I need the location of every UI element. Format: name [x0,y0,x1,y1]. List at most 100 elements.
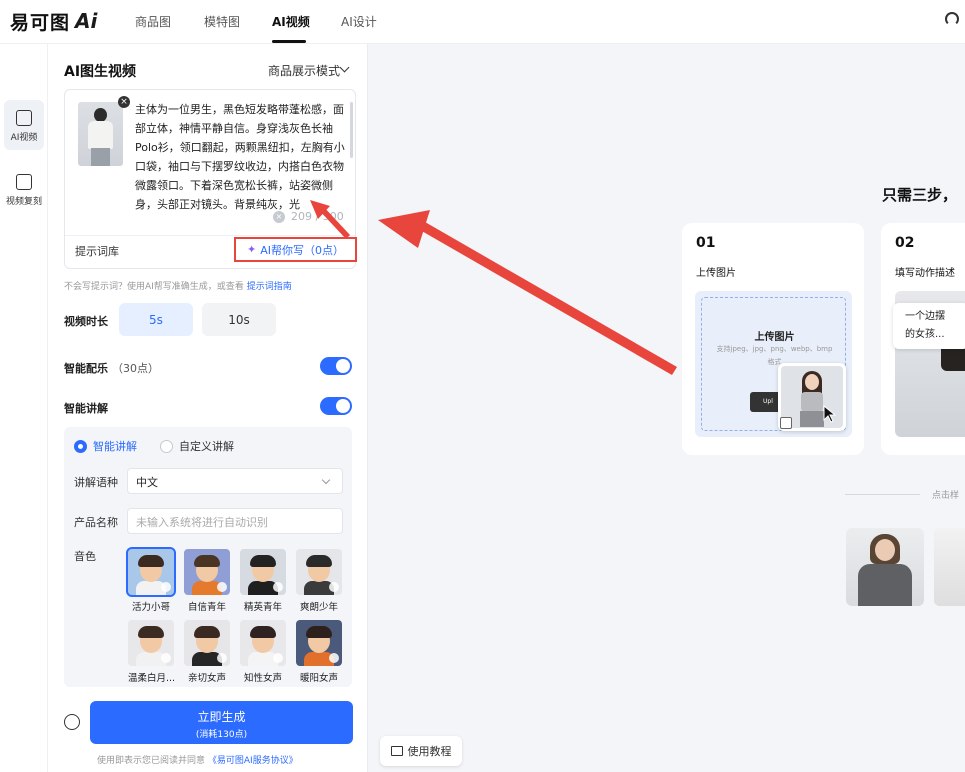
duration-label: 视频时长 [64,315,108,328]
steps-headline: 只需三步， [882,186,958,204]
step-title: 填写动作描述 [895,268,955,279]
char-count-text: 209 / 500 [291,210,344,223]
nav-tab-ai-video[interactable]: AI视频 [272,13,310,30]
magic-wand-icon: ✦ [247,243,257,256]
nav-tab-product-image[interactable]: 商品图 [135,13,171,30]
play-icon[interactable] [329,582,339,592]
play-icon[interactable] [273,582,283,592]
play-icon[interactable] [217,582,227,592]
radio-custom-label[interactable]: 自定义讲解 [179,438,234,454]
voice-avatar[interactable] [240,620,286,666]
logo-text: 易可图 [10,11,71,34]
smart-narration-toggle[interactable] [320,397,352,415]
voice-option[interactable]: 亲切女声 [184,620,230,684]
generate-button[interactable]: 立即生成 (消耗130点) [90,701,353,744]
narration-settings: 智能讲解 自定义讲解 讲解语种 中文 产品名称 未输入系统将进行自动识别 音色 … [64,427,352,687]
share-link-icon[interactable] [64,714,80,730]
language-select[interactable]: 中文 [127,468,343,494]
voice-avatar[interactable] [126,547,176,597]
voice-option[interactable]: 自信青年 [184,549,230,613]
active-tab-underline [272,40,306,43]
voice-name: 知性女声 [243,673,282,684]
language-label: 讲解语种 [74,476,118,489]
tutorial-button[interactable]: 使用教程 [380,736,462,766]
smart-music-title: 智能配乐 [64,362,108,375]
char-count: × 209 / 500 [273,210,344,223]
example-thumbnail[interactable] [846,528,924,606]
remove-image-close-icon[interactable]: × [118,96,130,108]
settings-panel: AI图生视频 商品展示模式 × 主体为一位男生，黑色短发略带蓬松感，面部立体，神… [48,44,368,772]
agreement-text: 使用即表示您已阅读并同意 《易可图AI服务协议》 [97,753,298,766]
voice-option[interactable]: 活力小哥 [126,547,176,613]
app-root: 易可图 Ai 商品图 模特图 AI视频 AI设计 AI视频 视频复刻 AI图生视… [0,0,965,772]
voice-avatar[interactable] [296,620,342,666]
top-header: 易可图 Ai 商品图 模特图 AI视频 AI设计 [0,0,965,44]
voice-option[interactable]: 爽朗少年 [296,549,342,613]
step-title: 上传图片 [696,268,736,279]
prompt-library-link[interactable]: 提示词库 [75,243,119,259]
voice-avatar[interactable] [128,620,174,666]
play-icon[interactable] [329,653,339,663]
voice-avatar[interactable] [240,549,286,595]
cursor-icon [823,405,837,423]
step-card-upload: 01 上传图片 上传图片 支持jpeg、jpg、png、webp、bmp格式 U… [682,223,864,455]
prompt-textarea[interactable]: 主体为一位男生，黑色短发略带蓬松感，面部立体，神情平静自信。身穿浅灰色长袖Pol… [135,100,347,214]
book-icon [390,746,403,756]
image-video-icon [16,110,32,126]
voice-avatar[interactable] [184,620,230,666]
radio-smart-label[interactable]: 智能讲解 [93,438,137,454]
ai-write-button[interactable]: ✦ AI帮你写（0点） [234,237,357,262]
upload-area[interactable]: 上传图片 支持jpeg、jpg、png、webp、bmp格式 Upl [695,291,852,437]
voice-avatar[interactable] [296,549,342,595]
upload-title: 上传图片 [754,332,795,343]
left-rail: AI视频 视频复刻 [0,44,48,772]
product-name-input[interactable]: 未输入系统将进行自动识别 [127,508,343,534]
play-icon[interactable] [217,653,227,663]
rail-item-video-copy[interactable]: 视频复刻 [0,170,48,207]
nav-tab-ai-design[interactable]: AI设计 [341,13,377,30]
play-icon[interactable] [161,653,171,663]
tip-line: 一个边摆 [905,311,945,322]
play-icon[interactable] [161,582,171,592]
nav-tab-model-image[interactable]: 模特图 [204,13,240,30]
image-icon [780,417,792,429]
scrollbar[interactable] [350,102,353,158]
product-name-label: 产品名称 [74,516,118,529]
voice-option[interactable]: 暖阳女声 [296,620,342,684]
mode-select[interactable]: 商品展示模式 [268,62,340,79]
prompt-hint: 不会写提示词？使用AI帮写准确生成，或查看 提示词指南 [64,279,292,292]
panel-title: AI图生视频 [64,64,137,80]
uploaded-image-thumbnail[interactable] [78,102,123,166]
play-icon[interactable] [273,653,283,663]
voice-option[interactable]: 精英青年 [240,549,286,613]
smart-music-toggle[interactable] [320,357,352,375]
prompt-guide-link[interactable]: 提示词指南 [247,282,292,292]
hint-text: 不会写提示词？使用AI帮写准确生成，或查看 [64,282,244,292]
logo[interactable]: 易可图 Ai [10,8,97,34]
voice-name: 暖阳女声 [299,673,338,684]
radio-custom-narration[interactable] [160,440,173,453]
tip-line: 的女孩... [905,329,945,340]
clear-text-icon[interactable]: × [273,210,285,223]
voice-name: 精英青年 [243,602,282,613]
rail-item-ai-video[interactable]: AI视频 [4,100,44,150]
step-number: 01 [696,235,716,251]
video-copy-icon [16,174,32,190]
headset-icon[interactable] [945,12,959,26]
voice-option[interactable]: 温柔白月... [128,620,176,684]
voice-name: 温柔白月... [128,673,176,684]
service-agreement-link[interactable]: 《易可图AI服务协议》 [208,756,298,766]
logo-ai: Ai [75,9,98,33]
voice-label: 音色 [74,550,96,563]
example-thumbnail[interactable] [934,528,965,606]
duration-5s-button[interactable]: 5s [119,303,193,336]
duration-10s-button[interactable]: 10s [202,303,276,336]
step-number: 02 [895,235,915,251]
prompt-box[interactable]: × 主体为一位男生，黑色短发略带蓬松感，面部立体，神情平静自信。身穿浅灰色长袖P… [64,89,357,269]
chevron-down-icon[interactable] [339,62,350,73]
smart-music-label: 智能配乐 （30点） [64,360,159,376]
radio-smart-narration[interactable] [74,440,87,453]
voice-option[interactable]: 知性女声 [240,620,286,684]
preview-canvas: 只需三步， 01 上传图片 上传图片 支持jpeg、jpg、png、webp、b… [368,44,965,772]
voice-avatar[interactable] [184,549,230,595]
